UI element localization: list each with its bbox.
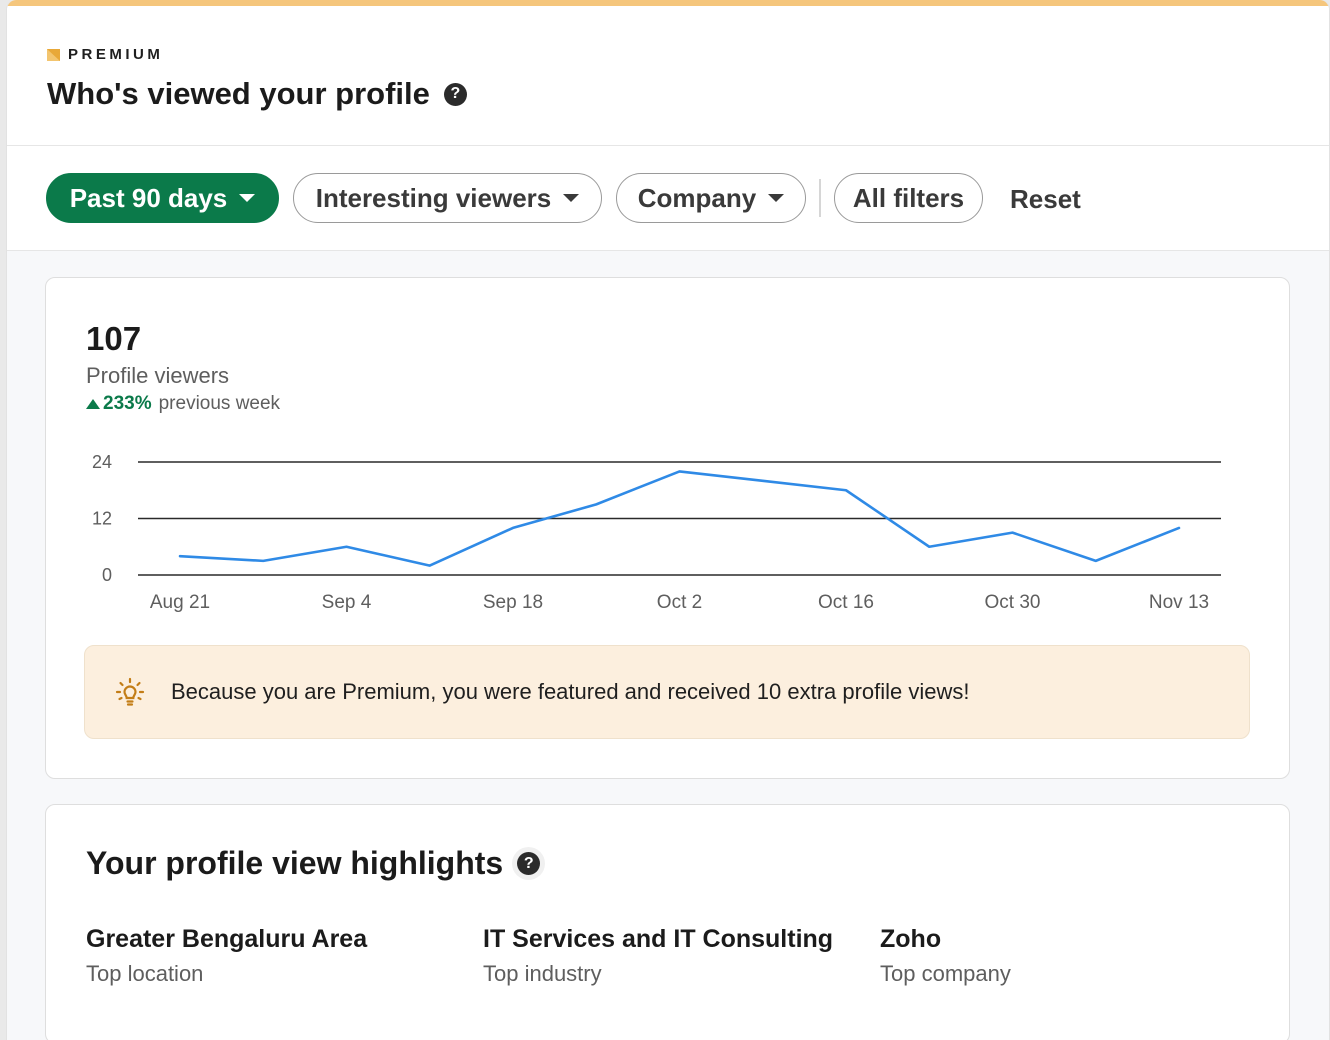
help-icon[interactable]: ? [517,852,541,875]
page-frame: PREMIUM Who's viewed your profile ? Past… [6,0,1330,1040]
highlights-title: Your profile view highlights ? [86,845,541,882]
highlight-value: Greater Bengaluru Area [86,925,368,953]
premium-label: PREMIUM [68,46,164,63]
premium-icon [47,48,60,61]
x-tick-label: Oct 2 [657,592,702,613]
highlight-top-company[interactable]: Zoho Top company [880,925,1011,987]
y-tick-label: 24 [92,452,112,472]
filter-interesting-viewers-button[interactable]: Interesting viewers [293,173,602,223]
filter-time-range-label: Past 90 days [69,182,228,213]
highlights-title-text: Your profile view highlights [86,845,504,881]
highlight-top-location[interactable]: Greater Bengaluru Area Top location [86,925,367,987]
x-tick-label: Sep 4 [322,592,372,613]
caret-down-icon [563,194,580,202]
profile-views-chart: 0 12 24 Aug 21 Sep 4 Sep 18 Oct 2 Oct 16 Oct 30 N… [92,452,1221,613]
highlight-label: Top location [86,961,204,986]
all-filters-button[interactable]: All filters [834,173,983,223]
x-tick-label: Oct 30 [985,592,1041,613]
y-tick-label: 12 [92,509,112,529]
premium-notice: Because you are Premium, you were featur… [84,645,1250,739]
filter-divider [819,179,821,217]
x-tick-label: Aug 21 [150,592,210,613]
notice-text: Because you are Premium, you were featur… [171,679,970,704]
page-title: Who's viewed your profile ? [47,76,467,112]
filter-time-range-button[interactable]: Past 90 days [46,173,279,223]
highlight-top-industry[interactable]: IT Services and IT Consulting Top indust… [483,925,833,987]
filter-company-label: Company [637,182,757,213]
page-header: PREMIUM Who's viewed your profile ? [7,6,1329,146]
caret-down-icon [239,194,256,202]
lightbulb-icon [115,677,145,706]
profile-viewers-card: 107 Profile viewers 233% previous week 0… [45,277,1290,779]
x-tick-label: Nov 13 [1149,592,1209,613]
reset-button[interactable]: Reset [1010,184,1081,215]
premium-badge: PREMIUM [47,46,163,63]
highlight-label: Top industry [483,961,602,986]
x-tick-label: Oct 16 [818,592,874,613]
highlight-value: Zoho [880,925,942,953]
help-icon[interactable]: ? [443,82,467,106]
caret-down-icon [768,194,785,202]
x-tick-label: Sep 18 [483,592,543,613]
highlight-label: Top company [880,961,1011,986]
highlight-value: IT Services and IT Consulting [483,925,834,953]
filter-interesting-viewers-label: Interesting viewers [315,182,552,213]
filter-bar: Past 90 days Interesting viewers Company… [7,146,1329,251]
page-title-text: Who's viewed your profile [47,76,430,111]
y-tick-label: 0 [102,565,112,585]
all-filters-label: All filters [852,182,965,213]
filter-company-button[interactable]: Company [616,173,806,223]
highlights-card: Your profile view highlights ? Greater B… [45,804,1290,1040]
